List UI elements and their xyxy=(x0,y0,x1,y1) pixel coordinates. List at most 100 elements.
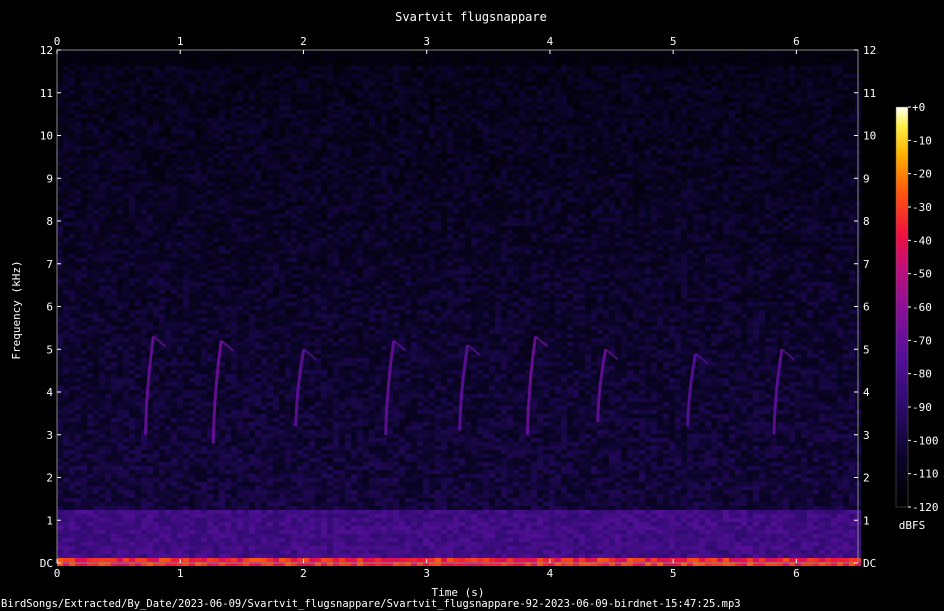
spectrogram-cell xyxy=(219,138,225,142)
spectrogram-cell xyxy=(561,150,567,154)
spectrogram-cell xyxy=(591,170,597,174)
spectrogram-cell xyxy=(567,178,573,182)
spectrogram-cell xyxy=(813,94,819,98)
spectrogram-cell xyxy=(177,78,183,82)
spectrogram-cell xyxy=(603,50,609,54)
spectrogram-cell xyxy=(111,102,117,106)
spectrogram-cell xyxy=(567,190,573,194)
spectrogram-cell xyxy=(735,50,741,54)
spectrogram-cell xyxy=(459,138,465,142)
spectrogram-cell xyxy=(135,98,141,102)
spectrogram-cell xyxy=(357,170,363,174)
spectrogram-cell xyxy=(249,142,255,146)
spectrogram-cell xyxy=(291,166,297,170)
spectrogram-cell xyxy=(723,130,729,134)
spectrogram-cell xyxy=(219,106,225,110)
spectrogram-cell xyxy=(813,158,819,162)
spectrogram-cell xyxy=(633,158,639,162)
spectrogram-cell xyxy=(375,146,381,150)
spectrogram-cell xyxy=(417,110,423,114)
spectrogram-cell xyxy=(423,146,429,150)
spectrogram-cell xyxy=(579,78,585,82)
spectrogram-cell xyxy=(753,50,759,54)
spectrogram-cell xyxy=(183,50,189,54)
spectrogram-cell xyxy=(501,122,507,126)
spectrogram-cell xyxy=(753,114,759,118)
spectrogram-cell xyxy=(639,182,645,186)
spectrogram-cell xyxy=(489,158,495,162)
spectrogram-cell xyxy=(345,118,351,122)
spectrogram-cell xyxy=(447,114,453,118)
spectrogram-cell xyxy=(711,66,717,70)
spectrogram-cell xyxy=(543,186,549,190)
spectrogram-cell xyxy=(777,114,783,118)
spectrogram-cell xyxy=(591,114,597,118)
spectrogram-cell xyxy=(411,134,417,138)
spectrogram-cell xyxy=(303,98,309,102)
spectrogram-cell xyxy=(549,58,555,62)
spectrogram-cell xyxy=(321,142,327,146)
spectrogram-cell xyxy=(75,174,81,178)
spectrogram-cell xyxy=(237,74,243,78)
spectrogram-cell xyxy=(465,178,471,182)
spectrogram-cell xyxy=(297,62,303,66)
spectrogram-cell xyxy=(69,146,75,150)
spectrogram-cell xyxy=(243,150,249,154)
spectrogram-cell xyxy=(99,190,105,194)
spectrogram-cell xyxy=(165,146,171,150)
spectrogram-cell xyxy=(369,106,375,110)
spectrogram-cell xyxy=(165,186,171,190)
spectrogram-cell xyxy=(141,138,147,142)
spectrogram-cell xyxy=(177,122,183,126)
spectrogram-cell xyxy=(171,182,177,186)
spectrogram-cell xyxy=(99,82,105,86)
spectrogram-cell xyxy=(201,106,207,110)
spectrogram-cell xyxy=(663,182,669,186)
spectrogram-cell xyxy=(123,122,129,126)
spectrogram-cell xyxy=(243,94,249,98)
spectrogram-cell xyxy=(675,82,681,86)
spectrogram-cell xyxy=(723,70,729,74)
spectrogram-cell xyxy=(453,146,459,150)
spectrogram-cell xyxy=(81,110,87,114)
spectrogram-cell xyxy=(753,78,759,82)
spectrogram-cell xyxy=(147,50,153,54)
spectrogram-cell xyxy=(111,178,117,182)
spectrogram-cell xyxy=(423,178,429,182)
spectrogram-cell xyxy=(537,102,543,106)
spectrogram-cell xyxy=(597,66,603,70)
spectrogram-cell xyxy=(645,194,651,198)
spectrogram-cell xyxy=(267,150,273,154)
spectrogram-cell xyxy=(591,106,597,110)
spectrogram-cell xyxy=(399,94,405,98)
spectrogram-cell xyxy=(693,54,699,58)
spectrogram-cell xyxy=(723,186,729,190)
spectrogram-cell xyxy=(657,102,663,106)
spectrogram-cell xyxy=(309,70,315,74)
spectrogram-cell xyxy=(153,170,159,174)
spectrogram-cell xyxy=(195,162,201,166)
spectrogram-cell xyxy=(687,62,693,66)
spectrogram-cell xyxy=(489,126,495,130)
spectrogram-cell xyxy=(729,118,735,122)
spectrogram-cell xyxy=(69,178,75,182)
spectrogram-cell xyxy=(651,78,657,82)
spectrogram-cell xyxy=(69,174,75,178)
spectrogram-cell xyxy=(807,150,813,154)
spectrogram-cell xyxy=(117,94,123,98)
spectrogram-cell xyxy=(69,182,75,186)
spectrogram-cell xyxy=(717,50,723,54)
spectrogram-cell xyxy=(639,50,645,54)
spectrogram-cell xyxy=(93,54,99,58)
spectrogram-cell xyxy=(315,186,321,190)
spectrogram-cell xyxy=(279,110,285,114)
spectrogram-cell xyxy=(645,170,651,174)
spectrogram-cell xyxy=(609,70,615,74)
spectrogram-cell xyxy=(735,70,741,74)
spectrogram-cell xyxy=(663,94,669,98)
spectrogram-cell xyxy=(111,98,117,102)
spectrogram-cell xyxy=(435,126,441,130)
spectrogram-cell xyxy=(579,130,585,134)
spectrogram-cell xyxy=(567,66,573,70)
spectrogram-cell xyxy=(327,86,333,90)
